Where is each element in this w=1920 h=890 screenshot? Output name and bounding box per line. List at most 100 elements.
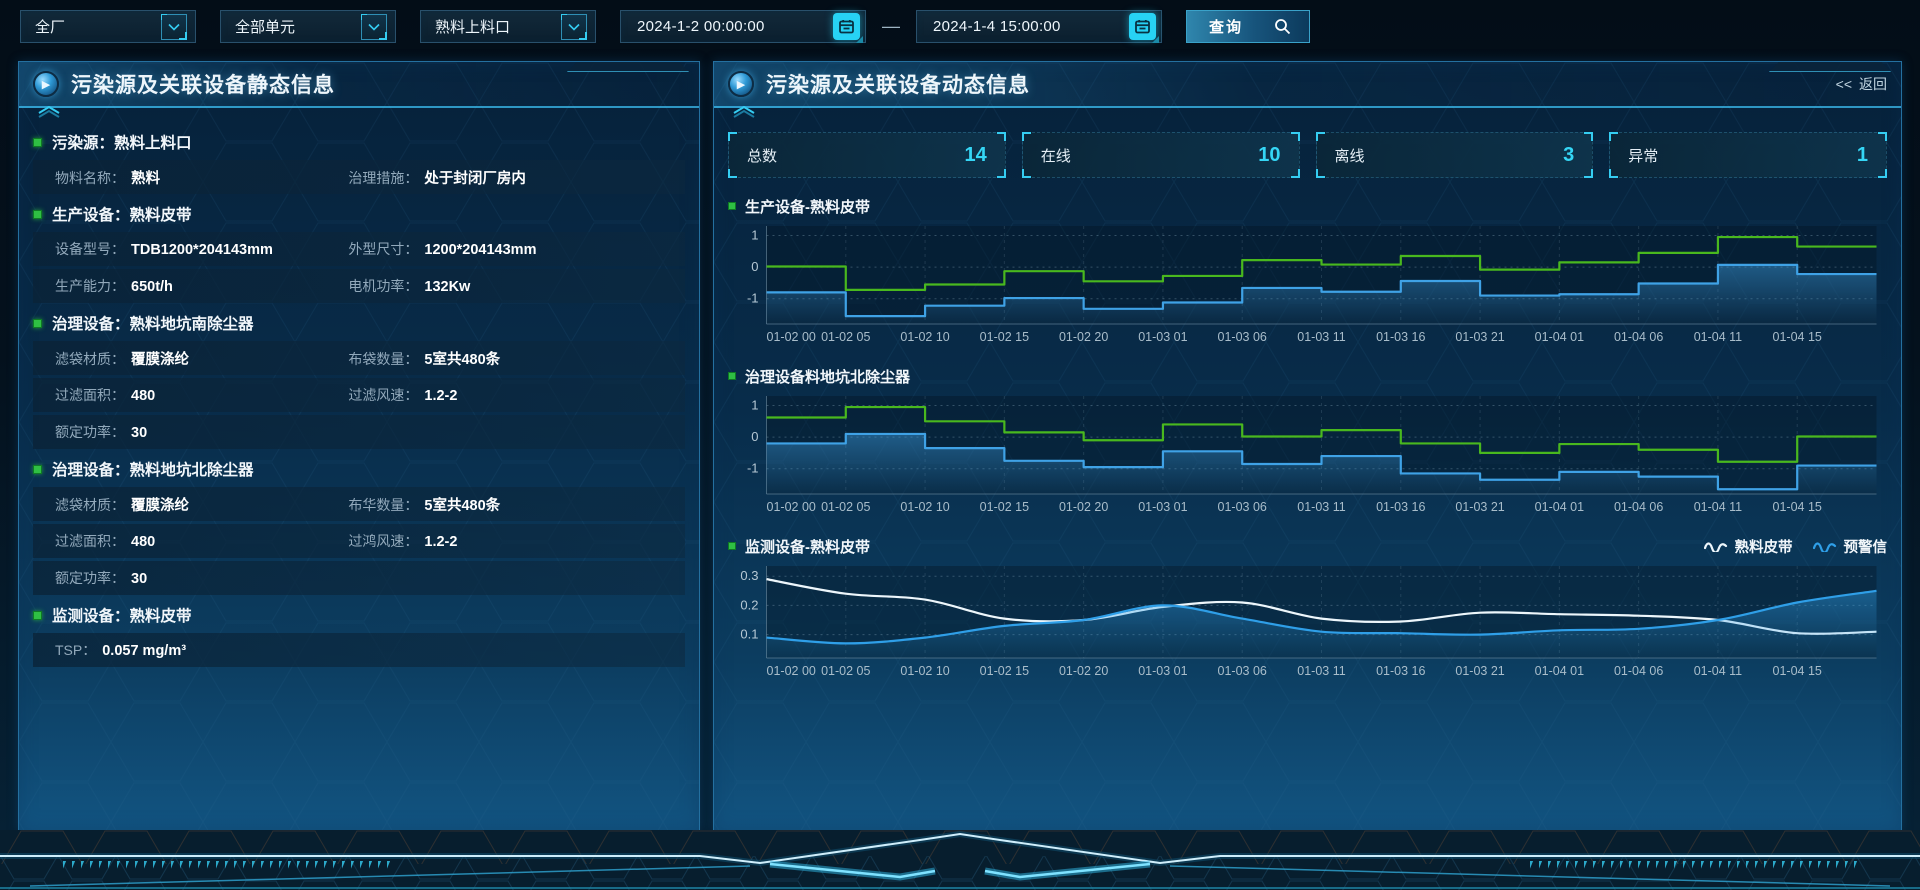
- svg-text:0: 0: [751, 259, 758, 274]
- corner-bracket-icon: [1022, 169, 1031, 178]
- corner-bracket-icon: [1316, 132, 1325, 141]
- info-section-row: 监测设备：熟料皮带: [33, 600, 685, 630]
- dropdown-point[interactable]: 熟料上料口: [420, 10, 596, 43]
- svg-text:01-02 10: 01-02 10: [900, 500, 949, 514]
- stat-label: 在线: [1041, 145, 1071, 166]
- field-label: 治理措施：: [348, 168, 418, 188]
- stat-value: 1: [1857, 144, 1868, 167]
- svg-text:01-04 15: 01-04 15: [1773, 330, 1822, 344]
- stat-card-异常: 异常1: [1609, 132, 1887, 178]
- back-link[interactable]: << 返回: [1836, 74, 1887, 94]
- main-content: ▶ 污染源及关联设备静态信息 污染源：熟料上料口物料名称：熟料治理措施：处于封闭…: [0, 61, 1920, 831]
- info-row: 设备型号：TDB1200*204143mm外型尺寸：1200*204143mm: [33, 232, 685, 266]
- svg-text:01-04 06: 01-04 06: [1614, 664, 1663, 678]
- svg-text:01-03 01: 01-03 01: [1138, 664, 1187, 678]
- chevron-down-icon[interactable]: [561, 14, 587, 40]
- monitoring-line-chart: 0.30.20.101-02 0001-02 0501-02 1001-02 1…: [728, 558, 1887, 682]
- production-step-chart: 10-101-02 0001-02 0501-02 1001-02 1501-0…: [728, 218, 1887, 348]
- field-value: 处于封闭厂房内: [424, 167, 526, 188]
- info-section-row: 生产设备：熟料皮带: [33, 199, 685, 229]
- svg-text:01-03 16: 01-03 16: [1376, 664, 1425, 678]
- field-value: 1.2-2: [424, 388, 457, 404]
- svg-text:01-03 21: 01-03 21: [1455, 664, 1504, 678]
- corner-bracket-icon: [1584, 132, 1593, 141]
- field-value: 0.057 mg/m³: [102, 643, 186, 659]
- svg-text:01-03 06: 01-03 06: [1218, 500, 1267, 514]
- svg-text:01-03 16: 01-03 16: [1376, 330, 1425, 344]
- info-field: 过滤面积：480: [33, 531, 326, 551]
- calendar-icon[interactable]: [1129, 13, 1156, 40]
- svg-text:01-02 05: 01-02 05: [821, 500, 870, 514]
- svg-text:01-04 01: 01-04 01: [1535, 330, 1584, 344]
- query-button[interactable]: 查询: [1186, 10, 1310, 43]
- legend-item-熟料皮带[interactable]: 熟料皮带: [1704, 536, 1793, 557]
- svg-text:01-02 05: 01-02 05: [821, 664, 870, 678]
- svg-text:01-04 06: 01-04 06: [1614, 500, 1663, 514]
- field-label: 生产能力：: [55, 276, 125, 296]
- svg-text:01-02 20: 01-02 20: [1059, 664, 1108, 678]
- dropdown-unit[interactable]: 全部单元: [220, 10, 396, 43]
- green-square-icon: [33, 210, 42, 219]
- chevron-down-icon[interactable]: [161, 14, 187, 40]
- svg-text:01-02 00: 01-02 00: [767, 664, 816, 678]
- field-label: 额定功率：: [55, 568, 125, 588]
- corner-bracket-icon: [1291, 169, 1300, 178]
- svg-text:01-04 06: 01-04 06: [1614, 330, 1663, 344]
- date-start-input[interactable]: 2024-1-2 00:00:00: [620, 10, 866, 43]
- info-row: TSP：0.057 mg/m³: [33, 633, 685, 667]
- green-square-icon: [33, 138, 42, 147]
- legend-item-预警信[interactable]: 预警信: [1813, 536, 1888, 557]
- chevron-down-icon[interactable]: [361, 14, 387, 40]
- field-label: 滤袋材质：: [55, 495, 125, 515]
- info-section-row: 治理设备：熟料地坑南除尘器: [33, 308, 685, 338]
- date-end-input[interactable]: 2024-1-4 15:00:00: [916, 10, 1162, 43]
- svg-text:01-04 01: 01-04 01: [1535, 664, 1584, 678]
- date-end-value: 2024-1-4 15:00:00: [933, 18, 1061, 35]
- svg-text:01-02 20: 01-02 20: [1059, 500, 1108, 514]
- info-field: 过滤风速：1.2-2: [326, 385, 685, 405]
- dynamic-panel-header: ▶ 污染源及关联设备动态信息 << 返回: [714, 62, 1901, 108]
- svg-text:01-02 15: 01-02 15: [980, 500, 1029, 514]
- info-row: 滤袋材质：覆膜涤纶布袋数量：5室共480条: [33, 341, 685, 375]
- info-field: 生产能力：650t/h: [33, 276, 326, 296]
- green-square-icon: [728, 372, 736, 380]
- svg-text:01-02 15: 01-02 15: [980, 664, 1029, 678]
- treatment-step-chart: 10-101-02 0001-02 0501-02 1001-02 1501-0…: [728, 388, 1887, 518]
- svg-text:01-03 06: 01-03 06: [1218, 330, 1267, 344]
- svg-text:01-04 15: 01-04 15: [1773, 500, 1822, 514]
- info-field: 布袋数量：5室共480条: [326, 348, 685, 369]
- dropdown-unit-value: 全部单元: [235, 16, 295, 37]
- green-square-icon: [33, 465, 42, 474]
- info-field: 物料名称：熟料: [33, 167, 326, 188]
- chart-block-treatment: 治理设备料地坑北除尘器 10-101-02 0001-02 0501-02 10…: [728, 364, 1887, 518]
- calendar-icon[interactable]: [833, 13, 860, 40]
- corner-bracket-icon: [1878, 169, 1887, 178]
- svg-text:01-02 00: 01-02 00: [767, 330, 816, 344]
- info-field: 滤袋材质：覆膜涤纶: [33, 348, 326, 369]
- field-value: TDB1200*204143mm: [131, 242, 273, 258]
- static-panel-title: 污染源及关联设备静态信息: [71, 69, 335, 99]
- date-range-separator: —: [882, 16, 900, 37]
- info-field: 外型尺寸：1200*204143mm: [326, 239, 685, 259]
- svg-text:01-04 11: 01-04 11: [1694, 500, 1742, 514]
- info-row: 额定功率：30: [33, 561, 685, 595]
- section-title: 污染源：熟料上料口: [52, 131, 192, 153]
- squiggle-line-icon: [1813, 540, 1837, 552]
- stat-card-在线: 在线10: [1022, 132, 1300, 178]
- section-title: 生产设备：熟料皮带: [52, 203, 192, 225]
- info-row: 生产能力：650t/h电机功率：132Kw: [33, 269, 685, 303]
- stats-row: 总数14在线10离线3异常1: [728, 132, 1887, 178]
- field-value: 熟料: [131, 167, 160, 188]
- field-label: 外型尺寸：: [348, 239, 418, 259]
- dropdown-plant[interactable]: 全厂: [20, 10, 196, 43]
- chart-title: 监测设备-熟料皮带: [745, 536, 870, 557]
- info-field: 治理措施： 处于封闭厂房内: [326, 167, 685, 188]
- svg-text:01-04 11: 01-04 11: [1694, 664, 1742, 678]
- svg-text:0: 0: [751, 429, 758, 444]
- svg-text:01-02 10: 01-02 10: [900, 664, 949, 678]
- dynamic-panel-title: 污染源及关联设备动态信息: [766, 69, 1030, 99]
- field-value: 5室共480条: [424, 494, 500, 515]
- field-label: 过鸿风速：: [348, 531, 418, 551]
- corner-bracket-icon: [1022, 132, 1031, 141]
- info-row: 过滤面积：480过鸿风速：1.2-2: [33, 524, 685, 558]
